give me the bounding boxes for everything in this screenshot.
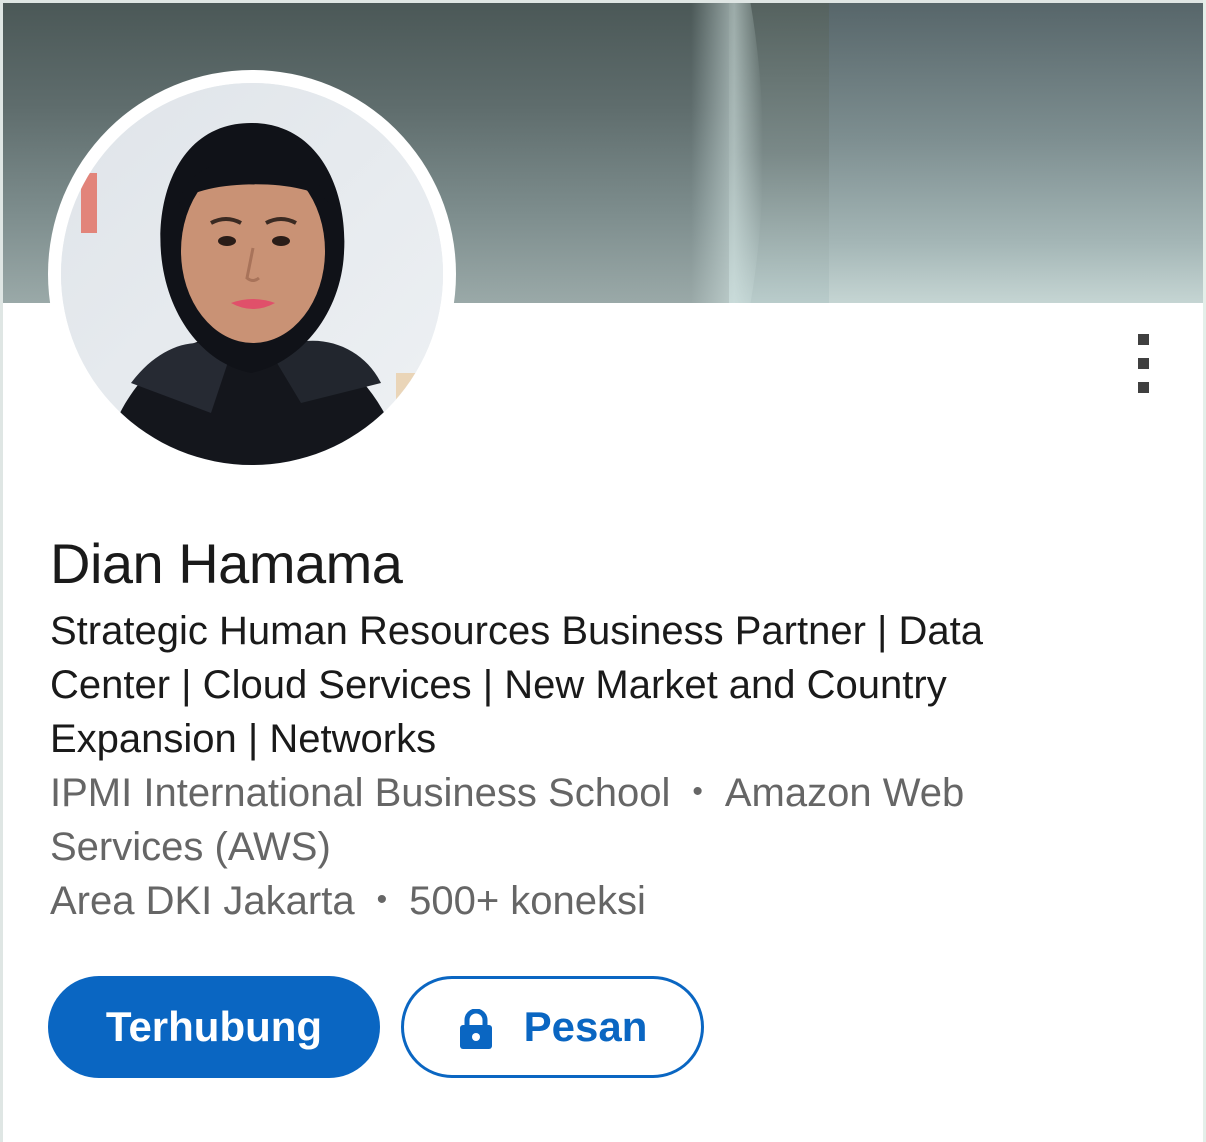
message-button-label: Pesan — [523, 1003, 648, 1050]
profile-card: Dian Hamama Strategic Human Resources Bu… — [0, 0, 1206, 1142]
education-link[interactable]: IPMI International Business School — [50, 771, 670, 815]
lock-icon — [459, 1009, 492, 1049]
company-link[interactable]: Amazon Web — [725, 771, 964, 815]
headline-line: Expansion | Networks — [50, 717, 437, 761]
profile-headline: Strategic Human Resources Business Partn… — [50, 604, 1150, 766]
more-vertical-icon — [1138, 358, 1149, 369]
education-company-line: IPMI International Business School • Amazo… — [50, 766, 1170, 822]
more-options-button[interactable] — [1124, 330, 1164, 400]
profile-name: Dian Hamama — [50, 532, 403, 595]
company-line-continued: Services (AWS) — [50, 820, 1170, 874]
more-vertical-icon — [1138, 334, 1149, 345]
connect-button-label: Terhubung — [105, 1003, 323, 1050]
headline-line: Center | Cloud Services | New Market and… — [50, 663, 947, 707]
company-link[interactable]: Services (AWS) — [50, 825, 331, 869]
location-text: Area DKI Jakarta — [50, 879, 355, 923]
location-connections-line: Area DKI Jakarta • 500+ koneksi — [50, 874, 1170, 930]
headline-line: Strategic Human Resources Business Partn… — [50, 609, 984, 653]
separator-dot: • — [376, 883, 388, 917]
message-button[interactable]: Pesan — [401, 976, 704, 1078]
separator-dot: • — [692, 775, 703, 809]
connections-count[interactable]: 500+ koneksi — [409, 879, 646, 923]
more-vertical-icon — [1138, 382, 1149, 393]
connect-button[interactable]: Terhubung — [48, 976, 380, 1078]
avatar[interactable] — [61, 83, 443, 465]
